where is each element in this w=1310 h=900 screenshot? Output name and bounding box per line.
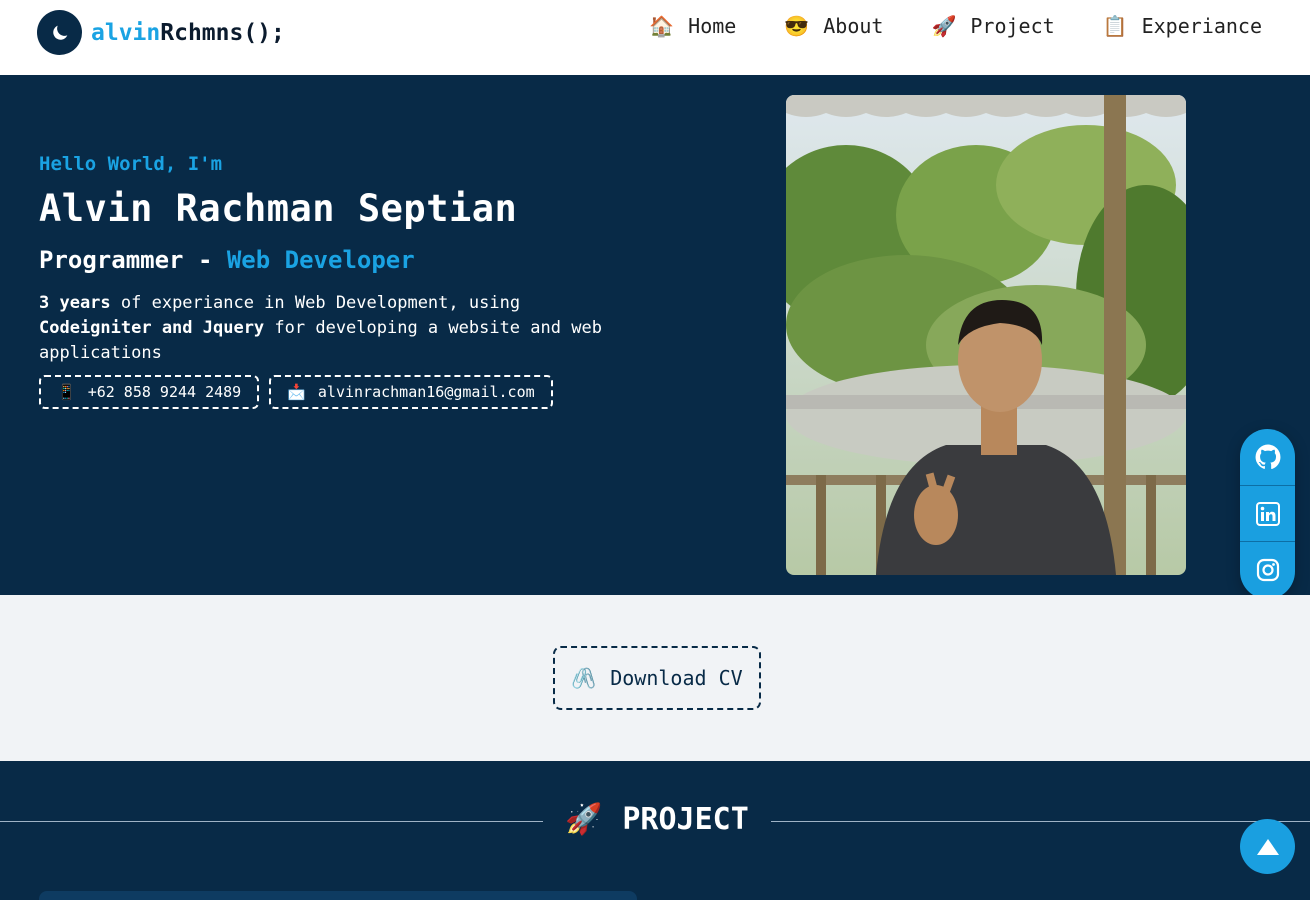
role-accent: Web Developer [226, 246, 415, 274]
profile-photo-illustration [786, 95, 1186, 575]
nav-project[interactable]: 🚀 Project [931, 14, 1054, 38]
rocket-icon: 🚀 [931, 14, 957, 38]
phone-chip[interactable]: 📱 +62 858 9244 2489 [39, 375, 260, 409]
nav-about-label: About [823, 14, 884, 38]
github-link[interactable] [1240, 429, 1295, 485]
nav-about[interactable]: 😎 About [784, 14, 883, 38]
project-title: PROJECT [622, 802, 749, 837]
github-icon [1255, 444, 1280, 470]
hero-section: Hello World, I'm Alvin Rachman Septian P… [0, 75, 1310, 595]
paperclip-icon: 🖇️ [571, 666, 597, 690]
phone-number: +62 858 9244 2489 [87, 383, 242, 401]
nav-home-label: Home [688, 14, 737, 38]
rocket-icon: 🚀 [565, 802, 603, 837]
hero-description: 3 years of experiance in Web Development… [39, 291, 609, 366]
nav-experiance-label: Experiance [1141, 14, 1262, 38]
desc-tech: Codeigniter and Jquery [39, 318, 265, 338]
email-address: alvinrachman16@gmail.com [317, 383, 535, 401]
email-chip[interactable]: 📩 alvinrachman16@gmail.com [269, 375, 553, 409]
moon-icon [52, 25, 67, 40]
nav-home[interactable]: 🏠 Home [649, 14, 736, 38]
theme-toggle-button[interactable] [37, 10, 82, 55]
linkedin-icon [1255, 501, 1280, 526]
clipboard-icon: 📋 [1102, 14, 1128, 38]
project-heading: 🚀 PROJECT [565, 802, 749, 837]
role-prefix: Programmer - [39, 246, 227, 274]
hero-name: Alvin Rachman Septian [39, 187, 518, 230]
download-section: 🖇️ Download CV [0, 595, 1310, 761]
brand-accent: alvin [91, 19, 161, 46]
instagram-link[interactable] [1240, 541, 1295, 597]
phone-icon: 📱 [57, 383, 76, 401]
brand-logo-text: alvinRchmns(); [91, 20, 285, 46]
divider-right [771, 821, 1310, 822]
sunglasses-face-icon: 😎 [784, 14, 810, 38]
house-icon: 🏠 [649, 14, 675, 38]
instagram-icon [1256, 558, 1279, 581]
contact-chips: 📱 +62 858 9244 2489 📩 alvinrachman16@gma… [39, 375, 553, 409]
download-cv-label: Download CV [610, 666, 743, 690]
hero-role: Programmer - Web Developer [39, 246, 415, 274]
social-sidebar [1240, 429, 1295, 599]
arrow-up-icon [1256, 838, 1279, 855]
profile-photo [786, 95, 1186, 575]
desc-text-1: of experiance in Web Development, using [110, 293, 521, 313]
download-cv-button[interactable]: 🖇️ Download CV [553, 646, 761, 710]
hero-greeting: Hello World, I'm [39, 153, 223, 175]
project-card[interactable] [39, 891, 637, 900]
navbar: alvinRchmns(); 🏠 Home 😎 About 🚀 Project … [0, 0, 1310, 75]
nav-project-label: Project [970, 14, 1055, 38]
divider-left [0, 821, 543, 822]
back-to-top-button[interactable] [1240, 819, 1295, 874]
email-icon: 📩 [287, 383, 306, 401]
nav-links: 🏠 Home 😎 About 🚀 Project 📋 Experiance [649, 14, 1262, 38]
nav-experiance[interactable]: 📋 Experiance [1103, 14, 1262, 38]
desc-years: 3 years [39, 293, 111, 313]
linkedin-link[interactable] [1240, 485, 1295, 541]
brand[interactable]: alvinRchmns(); [37, 10, 285, 55]
brand-rest: Rchmns(); [160, 19, 285, 46]
